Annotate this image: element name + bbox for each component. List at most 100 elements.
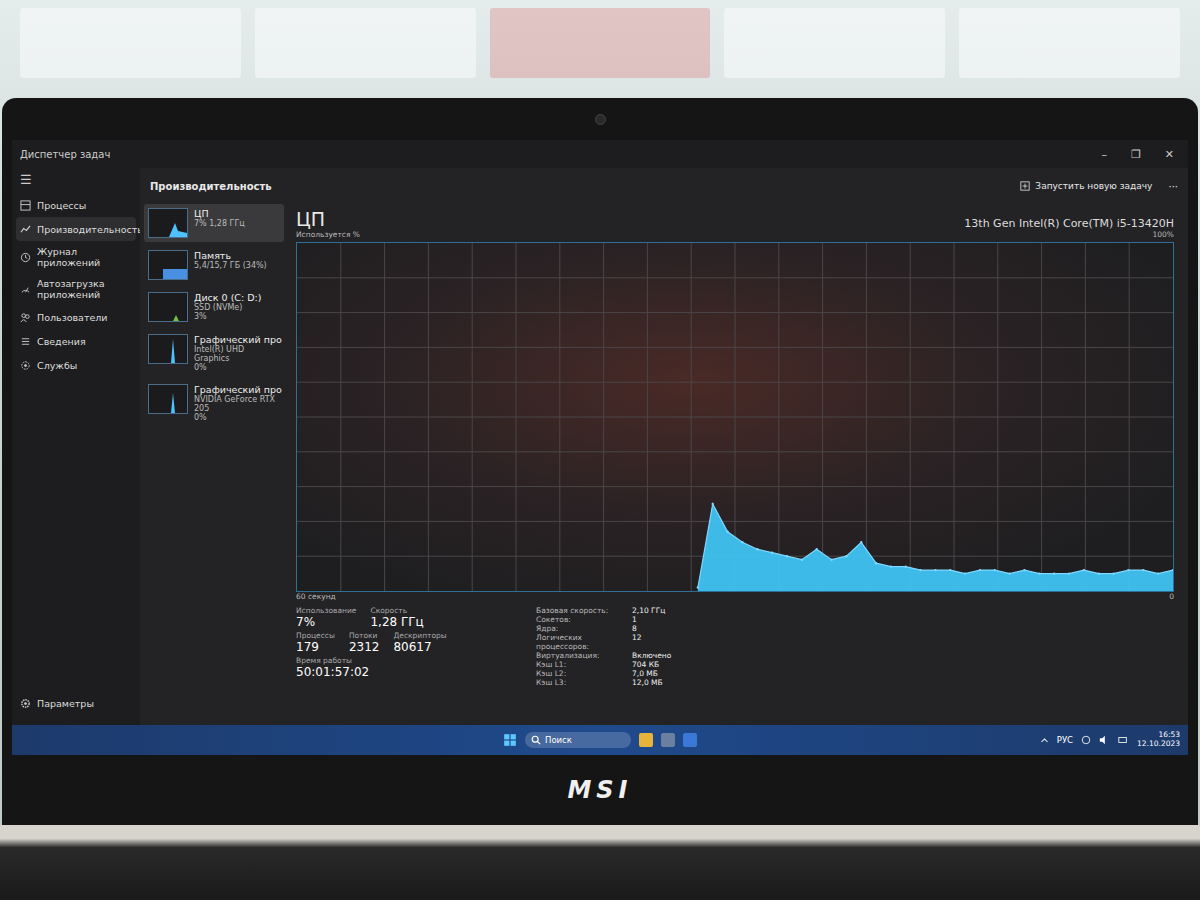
device-card[interactable]: Диск 0 (C: D:)SSD (NVMe)3% bbox=[144, 288, 284, 326]
sidebar-item[interactable]: Службы bbox=[16, 353, 136, 377]
settings-button[interactable]: Параметры bbox=[16, 691, 136, 715]
device-detail: SSD (NVMe) bbox=[194, 303, 261, 312]
sidebar-item[interactable]: Процессы bbox=[16, 193, 136, 217]
cpu-panel: ЦП13th Gen Intel(R) Core(TM) i5-13420HИс… bbox=[288, 204, 1188, 725]
nav-icon bbox=[20, 336, 31, 347]
chart-point bbox=[801, 559, 803, 561]
performance-pane: Производительность Запустить новую задачу… bbox=[140, 168, 1188, 725]
stat: Процессы179 bbox=[296, 631, 335, 654]
stat-value: 2312 bbox=[349, 640, 380, 654]
new-task-button[interactable]: Запустить новую задачу bbox=[1020, 181, 1152, 191]
chart-point bbox=[934, 569, 936, 571]
stat: Потоки2312 bbox=[349, 631, 380, 654]
sidebar-item[interactable]: Пользователи bbox=[16, 305, 136, 329]
chart-point bbox=[726, 531, 728, 533]
chart-point bbox=[1009, 572, 1011, 574]
chart-point bbox=[1112, 572, 1114, 574]
device-text: Память5,4/15,7 ГБ (34%) bbox=[194, 250, 267, 270]
window-control-button[interactable]: ❐ bbox=[1131, 148, 1141, 161]
taskbar: Поиск РУС 16:5312.10.2023 bbox=[12, 725, 1188, 755]
chart-point bbox=[1098, 572, 1100, 574]
stat-label: Время работы bbox=[296, 656, 369, 665]
device-detail: 7% 1,28 ГГц bbox=[194, 219, 245, 228]
network-icon bbox=[1081, 735, 1091, 745]
nav-icon bbox=[20, 312, 31, 323]
chart-point bbox=[994, 569, 996, 571]
cpu-title: ЦП bbox=[296, 208, 325, 230]
menu-button[interactable]: ☰ bbox=[16, 170, 136, 193]
chart-point bbox=[1068, 572, 1070, 574]
stat-value: 7% bbox=[296, 615, 356, 629]
clock[interactable]: 16:5312.10.2023 bbox=[1137, 731, 1180, 748]
sidebar-item[interactable]: Журнал приложений bbox=[16, 241, 136, 273]
taskbar-app-icon[interactable] bbox=[683, 733, 697, 747]
chart-point bbox=[1157, 572, 1159, 574]
chart-point bbox=[1172, 569, 1174, 571]
window-control-button[interactable]: – bbox=[1101, 148, 1107, 161]
taskbar-app-icon[interactable] bbox=[639, 733, 653, 747]
stats-row: Процессы179Потоки2312Дескрипторы80617 bbox=[296, 631, 496, 654]
device-card[interactable]: Графический проNVIDIA GeForce RTX 2050% bbox=[144, 380, 284, 426]
device-name: Память bbox=[194, 250, 267, 261]
sidebar-item[interactable]: Сведения bbox=[16, 329, 136, 353]
chart-point bbox=[949, 569, 951, 571]
tray-chevron-icon bbox=[1040, 736, 1049, 745]
device-text: Графический проNVIDIA GeForce RTX 2050% bbox=[194, 384, 280, 422]
spec-value: 12 bbox=[632, 633, 671, 651]
background-block bbox=[724, 8, 945, 78]
cpu-title-row: ЦП13th Gen Intel(R) Core(TM) i5-13420H bbox=[296, 204, 1174, 230]
language-indicator[interactable]: РУС bbox=[1057, 735, 1073, 745]
stats-row: Время работы50:01:57:02 bbox=[296, 656, 496, 679]
device-detail: 0% bbox=[194, 413, 280, 422]
device-detail: NVIDIA GeForce RTX 205 bbox=[194, 395, 280, 413]
spec-label: Виртуализация: bbox=[536, 651, 626, 660]
usage-area bbox=[698, 504, 1173, 591]
search-box[interactable]: Поиск bbox=[525, 732, 631, 748]
stat-value: 50:01:57:02 bbox=[296, 665, 369, 679]
spec-label: Кэш L1: bbox=[536, 660, 626, 669]
taskbar-app-icon[interactable] bbox=[661, 733, 675, 747]
device-detail: 0% bbox=[194, 363, 280, 372]
brand-logo: MSI bbox=[555, 772, 644, 808]
spec-label: Логических процессоров: bbox=[536, 633, 626, 651]
chart-point bbox=[845, 555, 847, 557]
chart-bottom-labels: 60 секунд0 bbox=[296, 592, 1174, 604]
device-list: ЦП7% 1,28 ГГц Память5,4/15,7 ГБ (34%) Диск… bbox=[140, 204, 288, 725]
chart-point bbox=[741, 541, 743, 543]
stat-value: 1,28 ГГц bbox=[370, 615, 423, 629]
device-graph-icon bbox=[148, 334, 188, 364]
chart-point bbox=[1038, 572, 1040, 574]
new-task-label: Запустить новую задачу bbox=[1035, 181, 1152, 191]
nav-icon bbox=[20, 200, 31, 211]
chart-top-labels: Используется %100% bbox=[296, 230, 1174, 242]
stat-label: Процессы bbox=[296, 631, 335, 640]
device-text: Диск 0 (C: D:)SSD (NVMe)3% bbox=[194, 292, 261, 321]
axis-span: 60 секунд bbox=[296, 592, 336, 604]
spec-value: Включено bbox=[632, 651, 671, 660]
window-controls: – ❐ ✕ bbox=[1101, 148, 1180, 161]
stat: Скорость1,28 ГГц bbox=[370, 606, 423, 629]
spec-label: Кэш L3: bbox=[536, 678, 626, 687]
sidebar-item[interactable]: Автозагрузка приложений bbox=[16, 273, 136, 305]
stat-label: Дескрипторы bbox=[393, 631, 446, 640]
spec-label: Кэш L2: bbox=[536, 669, 626, 678]
usage-line bbox=[698, 504, 1173, 588]
more-button[interactable]: ··· bbox=[1168, 181, 1178, 192]
sidebar-item[interactable]: Производительность bbox=[16, 217, 136, 241]
background-block bbox=[20, 8, 241, 78]
chart-point bbox=[1023, 569, 1025, 571]
device-card[interactable]: Память5,4/15,7 ГБ (34%) bbox=[144, 246, 284, 284]
stat: Использование7% bbox=[296, 606, 356, 629]
spec-value: 2,10 ГГц bbox=[632, 606, 671, 615]
clock-time: 16:53 bbox=[1158, 731, 1180, 740]
pane-title: Производительность bbox=[150, 181, 1020, 192]
device-name: Графический про bbox=[194, 384, 280, 395]
camera-icon bbox=[595, 114, 606, 125]
device-card[interactable]: ЦП7% 1,28 ГГц bbox=[144, 204, 284, 242]
background-block bbox=[959, 8, 1180, 78]
stat-label: Потоки bbox=[349, 631, 380, 640]
chart-point bbox=[860, 541, 862, 543]
window-control-button[interactable]: ✕ bbox=[1165, 148, 1174, 161]
gear-icon bbox=[20, 698, 31, 709]
device-card[interactable]: Графический проIntel(R) UHD Graphics0% bbox=[144, 330, 284, 376]
